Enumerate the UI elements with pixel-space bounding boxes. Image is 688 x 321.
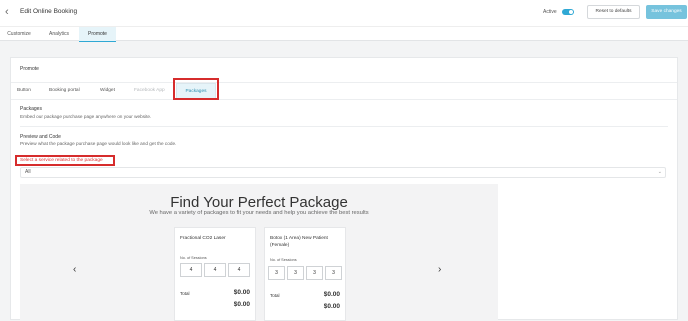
total-price: $0.00 — [233, 289, 250, 296]
session-option[interactable]: 3 — [325, 266, 342, 280]
subtab-button[interactable]: Button — [17, 83, 39, 100]
packages-title: Packages — [20, 106, 42, 112]
carousel-next-chevron-icon[interactable]: › — [438, 264, 441, 275]
sessions-label: No. of Sessions — [180, 256, 207, 260]
chevron-down-icon: ⌄ — [657, 169, 662, 175]
carousel-prev-chevron-icon[interactable]: ‹ — [73, 264, 76, 275]
subtab-widget[interactable]: Widget — [100, 83, 124, 100]
save-changes-button[interactable]: Save changes — [646, 5, 687, 19]
back-chevron-icon[interactable]: ‹ — [5, 6, 9, 18]
total-price: $0.00 — [323, 291, 340, 298]
highlight-box-packages-tab — [173, 78, 219, 100]
sessions-label: No. of Sessions — [270, 258, 297, 262]
top-bar: ‹ Edit Online Booking Active Reset to de… — [0, 0, 688, 26]
package-card[interactable]: Fractional CO2 Laser No. of Sessions 4 4… — [174, 227, 256, 321]
active-toggle[interactable] — [562, 9, 574, 15]
package-card[interactable]: Botox (1 Area) New Patient (Female) No. … — [264, 227, 346, 321]
session-option[interactable]: 4 — [180, 263, 202, 277]
active-label: Active — [543, 9, 557, 15]
package-name: Botox (1 Area) New Patient (Female) — [270, 236, 328, 248]
preview-description: Preview what the package purchase page w… — [20, 141, 177, 146]
highlight-box-select-label — [15, 155, 115, 166]
promote-subtabs: Button Booking portal Widget Facebook Ap… — [11, 82, 677, 100]
session-option[interactable]: 3 — [287, 266, 304, 280]
session-option[interactable]: 3 — [268, 266, 285, 280]
package-preview: Find Your Perfect Package We have a vari… — [20, 184, 498, 321]
service-select[interactable]: All ⌄ — [20, 167, 666, 178]
package-name: Fractional CO2 Laser — [180, 236, 226, 241]
total-label: Total — [180, 291, 190, 296]
tab-customize[interactable]: Customize — [0, 27, 38, 42]
total-label: Total — [270, 293, 280, 298]
session-option[interactable]: 4 — [228, 263, 250, 277]
subtab-booking-portal[interactable]: Booking portal — [49, 83, 89, 100]
panel-title: Promote — [20, 66, 39, 72]
preview-subline: We have a variety of packages to fit you… — [149, 210, 369, 216]
preview-title: Preview and Code — [20, 134, 61, 140]
page-title: Edit Online Booking — [20, 8, 78, 15]
total-price-secondary: $0.00 — [233, 301, 250, 308]
reset-to-defaults-button[interactable]: Reset to defaults — [587, 5, 640, 19]
divider — [20, 126, 668, 127]
subtab-facebook-app: Facebook App — [134, 88, 165, 93]
service-select-value: All — [25, 169, 31, 175]
session-option[interactable]: 3 — [306, 266, 323, 280]
main-tabs: Customize Analytics Promote — [0, 26, 688, 42]
packages-description: Embed our package purchase page anywhere… — [20, 114, 152, 119]
tab-analytics[interactable]: Analytics — [40, 27, 78, 42]
preview-headline: Find Your Perfect Package — [170, 194, 348, 211]
session-option[interactable]: 4 — [204, 263, 226, 277]
promote-panel: Promote Button Booking portal Widget Fac… — [10, 57, 678, 321]
tab-promote[interactable]: Promote — [79, 27, 116, 42]
total-price-secondary: $0.00 — [323, 303, 340, 310]
